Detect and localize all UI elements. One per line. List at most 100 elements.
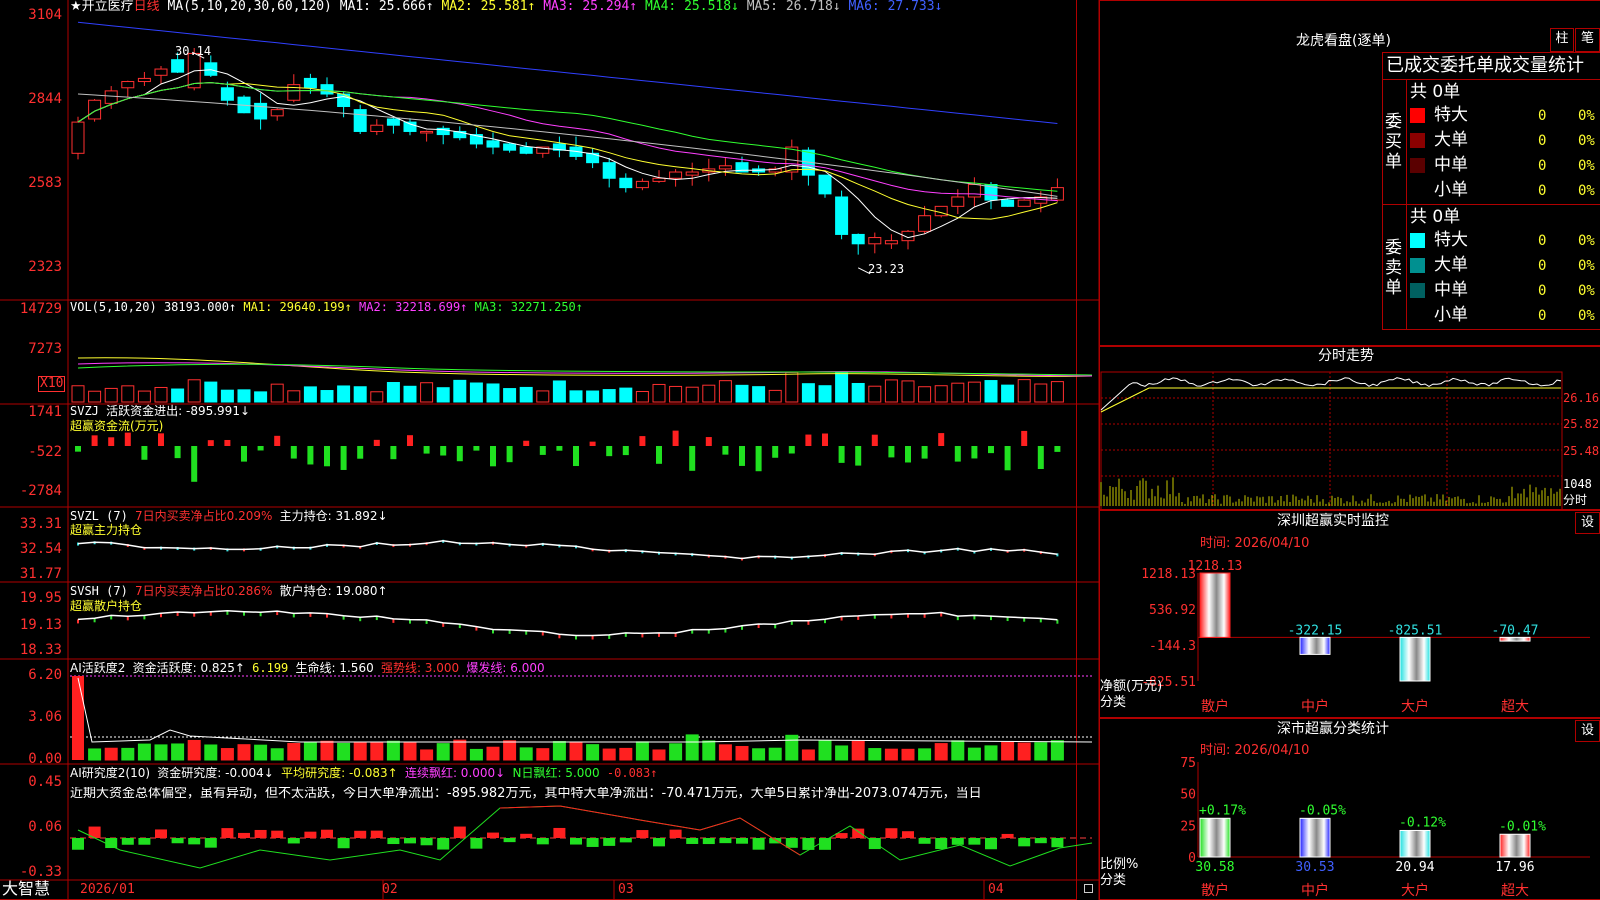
activity-bar [436,743,450,761]
ma5-value: MA5: 26.718↓ [746,0,841,14]
volume-bar [104,387,118,403]
buy-row-percent: 0% [1578,133,1595,149]
volume-bar [287,390,301,403]
activity-bar [669,743,683,761]
intraday-price-0: 26.16 [1563,391,1600,405]
fund-flow-bar [108,437,115,446]
research-bar [1051,838,1064,848]
monitor-settings-button[interactable]: 设 [1575,512,1600,534]
fund-flow-bar [1037,446,1044,470]
research-bar [553,827,566,838]
ai2-header: AI研究度2(10) 资金研究度: -0.004↓ 平均研究度: -0.083↑… [70,766,657,780]
research-bar [669,829,682,838]
price-axis-2: 2583 [28,175,62,191]
fund-flow-bar [805,434,812,446]
activity-bar [652,749,666,761]
volume-bar [121,385,135,403]
activity-bar [370,742,384,761]
volume-bar [420,382,434,403]
volume-bar [569,390,583,403]
svsh-axis-2: 18.33 [19,642,62,658]
candle-body [602,162,616,179]
activity-bar [154,744,168,761]
classify-time: 时间: 2026/04/10 [1200,743,1310,758]
fund-flow-bar [75,446,81,452]
ai2-label4: N日飘红: 5.000 [512,766,600,780]
research-bar [785,838,798,848]
ai2-label3: 连续飘红: 0.000↓ [404,766,506,780]
volume-bar [237,389,251,403]
fund-flow-bar [1054,446,1061,452]
buy-row-name: 特大 [1434,105,1468,125]
candle-body [503,143,517,151]
fund-flow-bar [622,446,629,456]
ai2-axis-2: -0.33 [19,864,62,880]
svsh-line [77,610,1058,637]
candle-body [270,109,284,117]
activity-bar [1050,740,1064,761]
monitor-time: 时间: 2026/04/10 [1200,536,1310,551]
lock-icon[interactable] [1084,884,1093,893]
sell-row-volume: 0 [1538,308,1547,324]
research-bar [719,838,732,844]
intraday-vol: 1048 [1563,477,1592,491]
sell-row-volume: 0 [1538,233,1547,249]
buy-row-name: 大单 [1434,130,1468,150]
volume-bar [137,390,151,403]
activity-bar [735,745,749,761]
research-bar [918,838,931,844]
fund-flow-bar [124,432,131,446]
activity-bar [486,746,500,761]
candle-body [818,174,832,195]
volume-bar [503,388,517,403]
research-bar [503,838,516,843]
intraday-panel [1099,346,1600,510]
lhb-subtitle: 已成交委托单成交量统计 [1386,55,1584,76]
volume-bar [154,386,168,403]
research-bar [586,838,599,847]
price-axis-0: 3104 [28,7,62,23]
price-axis-3: 2323 [28,259,62,275]
candle-body [353,109,367,132]
fund-flow-bar [241,446,247,462]
tick-mode-button[interactable]: 笔 [1575,28,1600,52]
buy-row-color-swatch [1410,183,1425,198]
ai2-comment: 近期大资金总体偏空，虽有异动，但不太活跃，今日大单净流出：-895.982万元，… [70,787,982,801]
svzl-label1: 7日内买卖净占比0.209% [135,509,273,523]
ai1-label2: 6.199 [252,661,289,675]
buy-row-volume: 0 [1538,133,1547,149]
volume-bar [469,382,483,403]
sell-row-volume: 0 [1538,283,1547,299]
candle-body [868,237,882,245]
candle-body [1017,199,1031,207]
volume-bar [702,384,716,403]
svzl-axis-0: 33.31 [19,516,62,532]
volume-bar [669,385,683,403]
volume-bar [320,390,334,403]
svsh-axis-1: 19.13 [19,617,62,633]
svzl-sub: 超赢主力持仓 [70,523,143,537]
research-bar [238,832,250,838]
ai2-axis-1: 0.06 [28,819,62,835]
bar-mode-button[interactable]: 柱 [1550,28,1574,52]
volume-bar [768,389,782,403]
sell-row-percent: 0% [1578,258,1595,274]
activity-bar [204,744,218,761]
period-label[interactable]: 日线 [134,0,160,14]
fund-flow-bar [838,446,845,463]
activity-bar [137,743,151,761]
volume-bar [619,387,633,403]
fund-flow-bar [1021,430,1028,446]
research-bar [570,838,582,845]
research-bar [105,838,118,849]
classify-settings-button[interactable]: 设 [1575,720,1600,742]
activity-line [77,677,1093,743]
sell-row-color-swatch [1410,258,1425,273]
volume-bar [918,386,932,403]
stock-name[interactable]: ★开立医疗 [70,0,134,14]
candle-body [884,240,898,245]
monitor-panel [1099,510,1600,718]
volume-bar [752,386,766,403]
research-bar [121,838,134,845]
ai1-axis-0: 6.20 [28,667,62,683]
